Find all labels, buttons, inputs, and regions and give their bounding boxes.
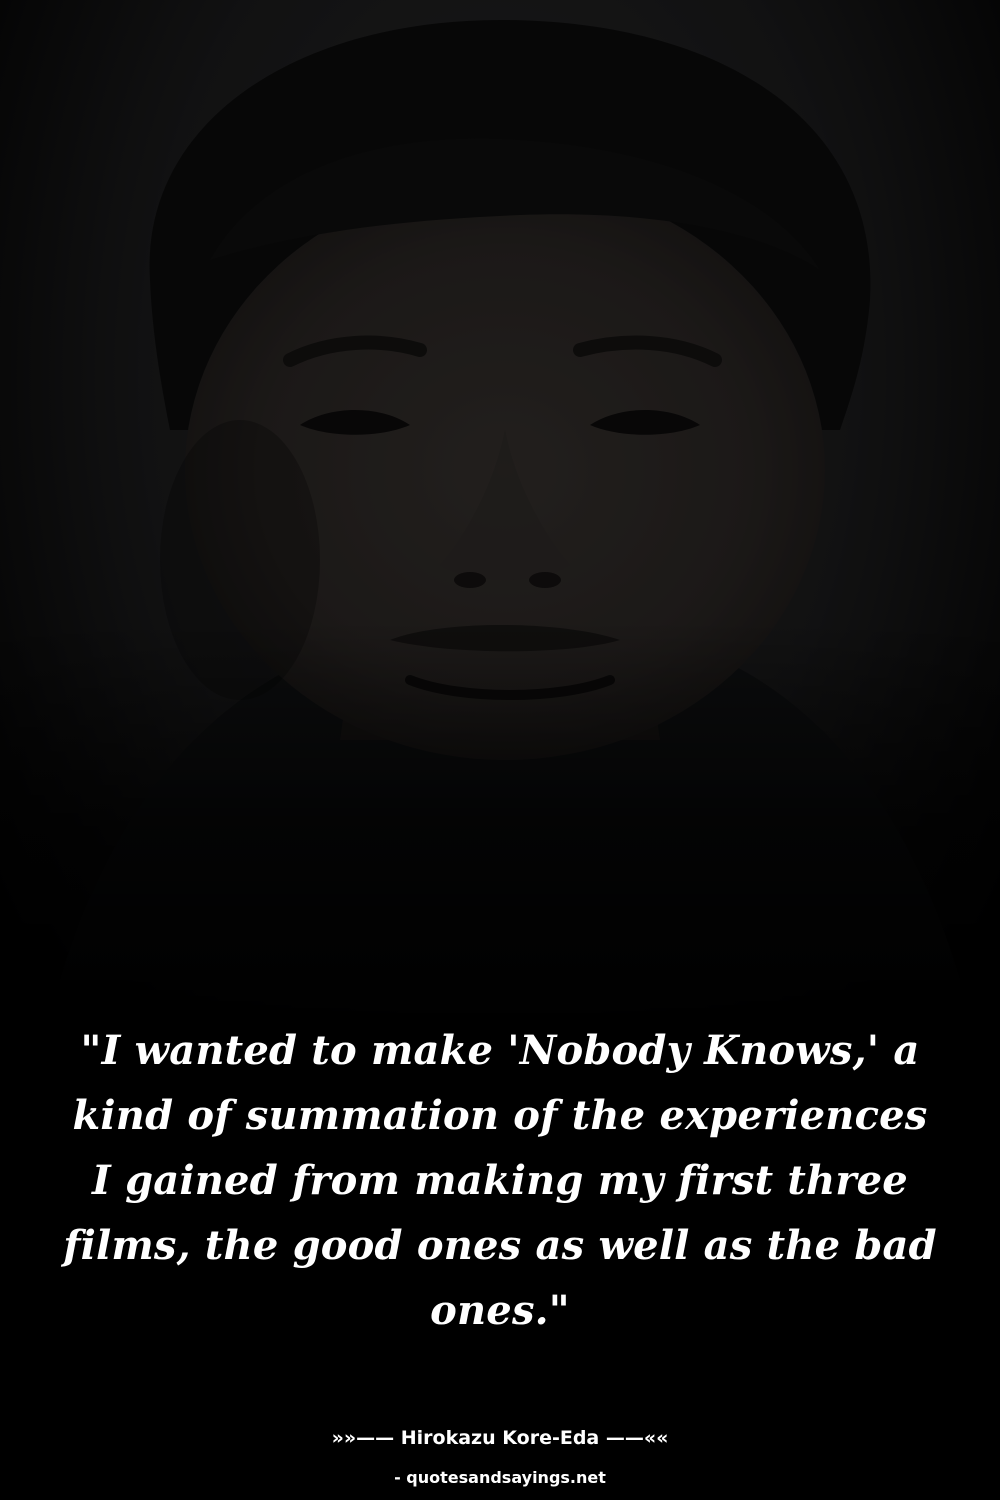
source-credit: - quotesandsayings.net xyxy=(394,1468,606,1487)
quote-block: "I wanted to make 'Nobody Knows,' a kind… xyxy=(60,1018,940,1343)
quote-author: »»—— Hirokazu Kore-Eda ——«« xyxy=(331,1427,669,1449)
quote-text: "I wanted to make 'Nobody Knows,' a kind… xyxy=(63,1027,937,1334)
photo-bottom-fade xyxy=(0,620,1000,1040)
quote-card: "I wanted to make 'Nobody Knows,' a kind… xyxy=(0,0,1000,1500)
